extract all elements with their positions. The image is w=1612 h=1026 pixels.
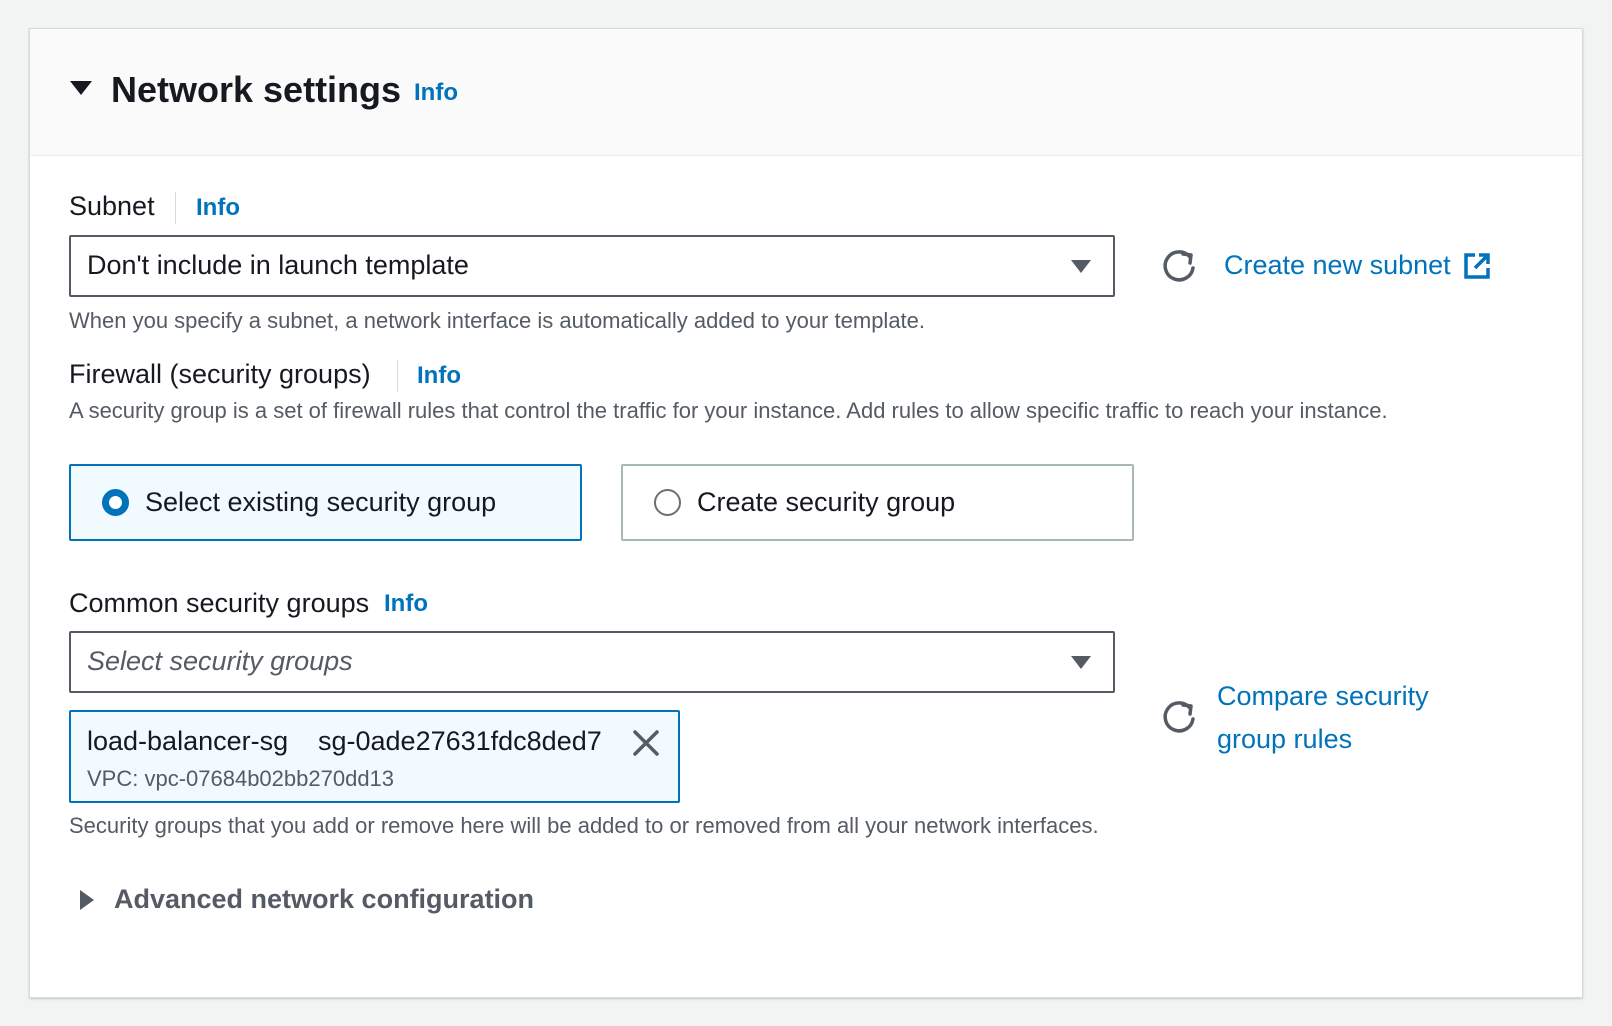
chevron-down-icon [1071,656,1091,669]
token-id: sg-0ade27631fdc8ded7 [318,726,602,756]
advanced-network-config-toggle[interactable]: Advanced network configuration [114,884,534,915]
panel-title: Network settings [111,69,402,110]
firewall-info-link[interactable]: Info [417,362,461,390]
token-vpc: VPC: vpc-07684b02bb270dd13 [87,766,395,791]
security-group-token: load-balancer-sg sg-0ade27631fdc8ded7 VP… [69,710,680,803]
radio-unselected[interactable] [654,489,681,516]
label-divider [397,360,398,392]
label-divider [175,192,176,224]
common-sg-description: Security groups that you add or remove h… [69,813,1099,838]
panel-header[interactable]: Network settings Info [30,29,1582,156]
external-link-icon[interactable] [1462,251,1492,281]
token-name: load-balancer-sg [87,726,289,756]
common-sg-label: Common security groups [69,588,370,618]
subnet-description: When you specify a subnet, a network int… [69,308,926,333]
refresh-icon[interactable] [1159,246,1199,286]
subnet-info-link[interactable]: Info [196,194,240,222]
tile-label: Select existing security group [145,487,497,517]
subnet-select[interactable]: Don't include in launch template [69,235,1115,297]
chevron-down-icon [1071,260,1091,273]
refresh-icon[interactable] [1159,697,1199,737]
caret-down-icon[interactable] [70,81,92,95]
security-groups-placeholder: Select security groups [87,646,353,676]
caret-right-icon[interactable] [80,890,94,910]
compare-sg-rules-link[interactable]: Compare security group rules [1217,675,1467,761]
header-info-link[interactable]: Info [414,79,458,107]
create-sg-tile[interactable]: Create security group [621,464,1134,541]
subnet-label: Subnet [69,191,155,221]
security-groups-select[interactable]: Select security groups [69,631,1115,693]
firewall-description: A security group is a set of firewall ru… [69,398,1388,423]
create-new-subnet-link[interactable]: Create new subnet [1224,244,1451,287]
network-settings-panel: Network settings Info Subnet Info Don't … [29,28,1583,998]
select-existing-sg-tile[interactable]: Select existing security group [69,464,582,541]
common-sg-info-link[interactable]: Info [384,590,428,618]
close-icon[interactable] [631,728,661,758]
tile-label: Create security group [697,487,956,517]
firewall-label: Firewall (security groups) [69,359,371,389]
radio-selected[interactable] [102,489,129,516]
subnet-select-value: Don't include in launch template [87,250,469,280]
